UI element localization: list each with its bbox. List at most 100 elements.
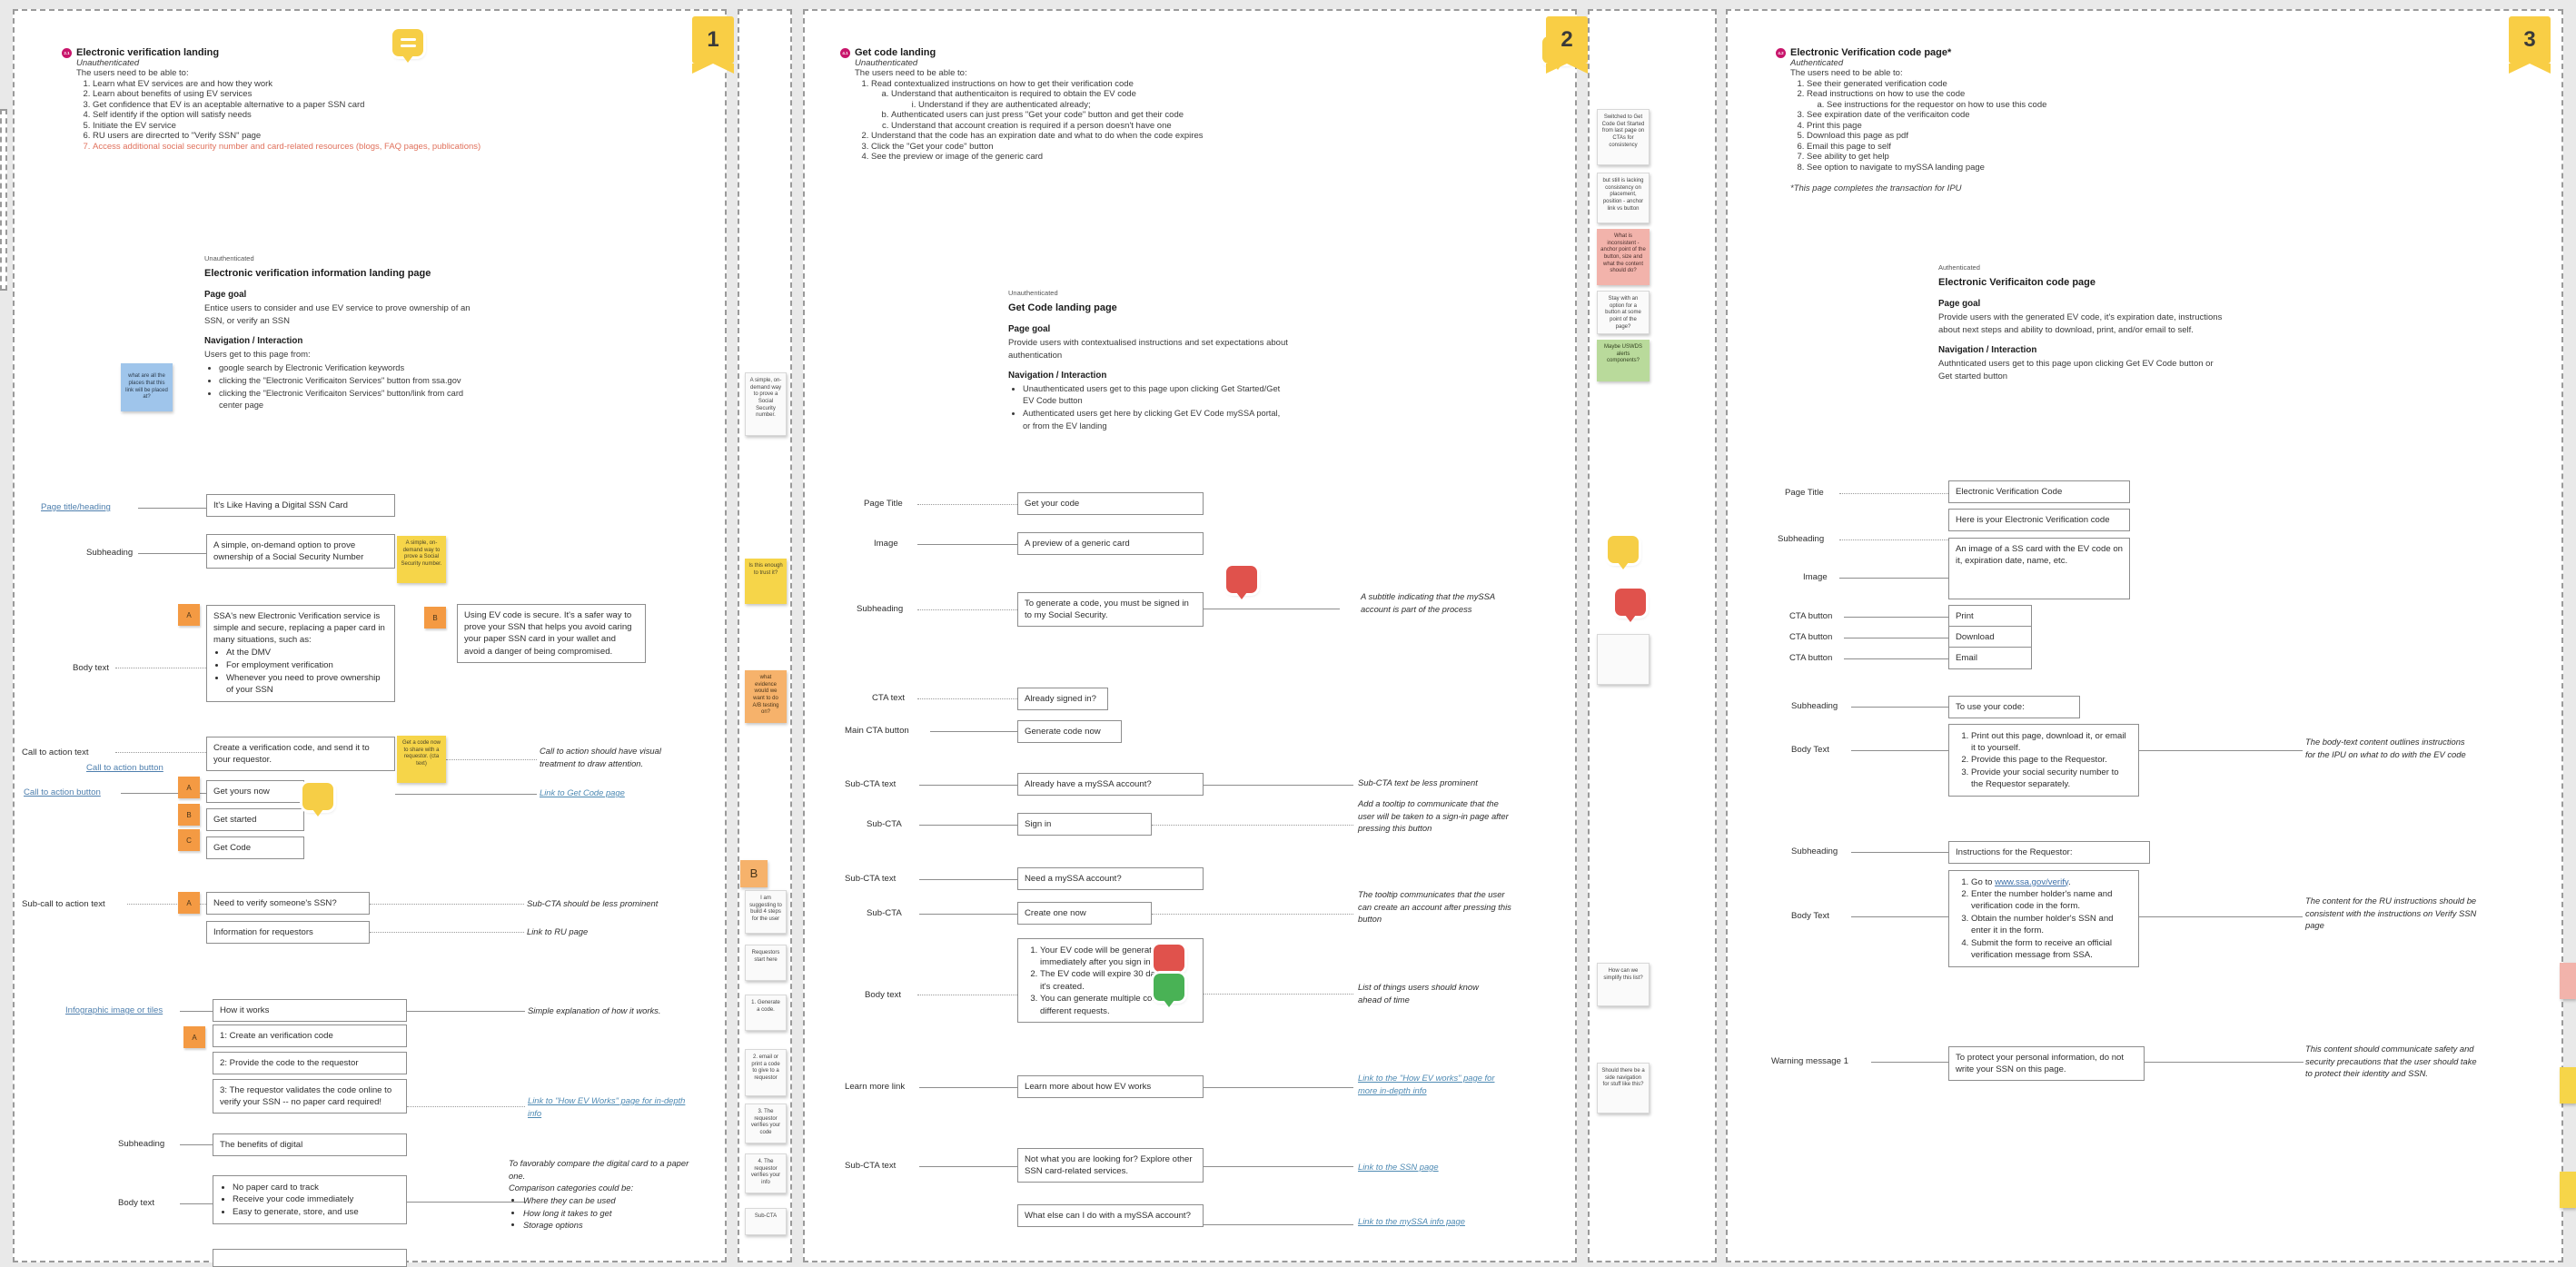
frame-3-badge: 3 — [2509, 16, 2551, 74]
comment-bubble-yellow-2[interactable] — [302, 783, 333, 817]
variant-tab-a-subcta[interactable]: A — [178, 892, 200, 914]
right-edge-sticky-3[interactable] — [2560, 1172, 2576, 1208]
connector — [1152, 914, 1353, 915]
strip-mid-note-0[interactable]: Switched to Get Code Get Started from la… — [1597, 109, 1650, 165]
variant-tab-a-cta[interactable]: A — [178, 777, 200, 798]
right-edge-sticky-2[interactable] — [2560, 1067, 2576, 1104]
connector — [1871, 1062, 1948, 1063]
strip-note-7[interactable]: 2. email or print a code to give to a re… — [745, 1049, 787, 1096]
panel2-goal-text: Provide users with contextualised instru… — [1008, 338, 1288, 361]
panel3-number-badge: 4.2 — [1776, 47, 1786, 58]
panel1-goal-text: Entice users to consider and use EV serv… — [204, 303, 471, 326]
box-cta-a: Get yours now — [206, 780, 304, 804]
panel3-goal-text: Provide users with the generated EV code… — [1938, 312, 2223, 335]
label-p3-body-text: Body Text — [1791, 745, 1829, 755]
panel1-auth: Unauthenticated — [76, 58, 140, 68]
strip-mid-note-extra[interactable] — [1597, 634, 1650, 685]
sub-list: See instructions for the requestor on ho… — [1827, 100, 2284, 110]
strip-note-5[interactable]: Requestors start here — [745, 945, 787, 981]
panel2-title: Get code landing — [855, 47, 936, 58]
panel2-nav-list: Unauthenticated users get to this page u… — [1023, 383, 1290, 432]
anno-p2-sub-cta-prominent: Sub-CTA text be less prominent — [1358, 777, 1478, 787]
strip-note-2[interactable]: what evidence would we want to do A/B te… — [745, 670, 787, 723]
panel3-footnote: *This page completes the transaction for… — [1790, 183, 1962, 193]
variant-tab-b-cta[interactable]: B — [178, 804, 200, 826]
variant-tab-c-cta[interactable]: C — [178, 829, 200, 851]
panel2-needs-list: Read contextualized instructions on how … — [871, 79, 1403, 163]
box-p2-sub-cta-text-1: Already have a mySSA account? — [1017, 773, 1204, 797]
box-body-b: Using EV code is secure. It's a safer wa… — [457, 604, 646, 663]
label-p2-sub-cta-1: Sub-CTA — [867, 819, 902, 829]
variant-tab-b-body[interactable]: B — [424, 607, 446, 629]
connector — [1839, 539, 1948, 540]
strip-note-9[interactable]: 4. The requestor verifies your info — [745, 1153, 787, 1193]
connector — [1839, 578, 1948, 579]
label-cta-text: Call to action text — [22, 747, 89, 757]
sticky-note-subheading[interactable]: A simple, on-demand way to prove a Socia… — [397, 536, 446, 583]
variant-tab-a-body[interactable]: A — [178, 604, 200, 626]
panel3-goal-label: Page goal — [1938, 299, 1981, 310]
strip-mid-note-1[interactable]: but still is lacking consistency on plac… — [1597, 173, 1650, 223]
list-item: clicking the "Electronic Verificaiton Se… — [219, 388, 477, 411]
comment-bubble-red-3[interactable] — [1615, 589, 1646, 622]
list-item: How long it takes to get — [523, 1207, 690, 1220]
panel2-goal-label: Page goal — [1008, 324, 1051, 335]
strip-note-3[interactable]: B — [740, 860, 768, 887]
comment-bubble-red-1[interactable] — [1226, 566, 1257, 599]
panel1-header: 2.1 Electronic verification landing Unau… — [62, 47, 570, 152]
strip-mid-note-4[interactable]: Maybe USWDS alerts components? — [1597, 340, 1650, 381]
anno-p2-link-ssn[interactable]: Link to the SSN page — [1358, 1161, 1512, 1173]
connector — [2145, 1062, 2304, 1063]
box-step-3: 3: The requestor validates the code onli… — [213, 1079, 407, 1114]
anno-link-getcode[interactable]: Link to Get Code page — [540, 787, 694, 799]
strip-note-4[interactable]: I am suggesting to build 4 steps for the… — [745, 890, 787, 934]
anno-p2-tooltip-signin: Add a tooltip to communicate that the us… — [1358, 798, 1509, 834]
box-cta-b: Get started — [206, 808, 304, 832]
list-item: See expiration date of the verificaiton … — [1807, 110, 2284, 120]
panel2-header: 4.1 Get code landing Unauthenticated The… — [840, 47, 1403, 163]
list-item: Initiate the EV service — [93, 121, 570, 131]
connector — [138, 553, 206, 554]
strip-mid-note-5[interactable]: How can we simplify this list? — [1597, 963, 1650, 1006]
anno-link-how-ev[interactable]: Link to "How EV Works" page for in-depth… — [528, 1094, 687, 1119]
list-item: Obtain the number holder's SSN and enter… — [1971, 913, 2132, 936]
list-item-text: Read instructions on how to use the code — [1807, 89, 1966, 99]
comment-bubble-red-2[interactable] — [1154, 945, 1184, 978]
list-item: Unauthenticated users get to this page u… — [1023, 383, 1290, 407]
strip-mid-note-6[interactable]: Should there be a side navigation for st… — [1597, 1063, 1650, 1114]
strip-mid-note-2[interactable]: What is inconsistent - anchor point of t… — [1597, 229, 1650, 285]
strip-note-0[interactable]: A simple, on-demand way to prove a Socia… — [745, 372, 787, 436]
strip-note-1[interactable]: Is this enough to trust it? — [745, 559, 787, 604]
box-step-2: 2: Provide the code to the requestor — [213, 1052, 407, 1075]
strip-note-8[interactable]: 3. The requestor verifies your code — [745, 1104, 787, 1143]
panel2-goal-pagename: Get Code landing page — [1008, 302, 1117, 313]
sticky-note-cta[interactable]: Get a code now to share with a requestor… — [397, 736, 446, 783]
ssa-verify-link[interactable]: www.ssa.gov/verify — [1995, 877, 2068, 887]
strip-mid-note-3[interactable]: Stay with an option for a button at some… — [1597, 291, 1650, 334]
box-sub-cta-a: Need to verify someone's SSN? — [206, 892, 370, 916]
anno-p2-link-how-ev[interactable]: Link to the "How EV works" page for more… — [1358, 1072, 1512, 1096]
right-edge-sticky-1[interactable] — [2560, 963, 2576, 999]
panel1-title-row: 2.1 Electronic verification landing — [62, 47, 570, 58]
box-p2-sub-cta-text-3: Not what you are looking for? Explore ot… — [1017, 1148, 1204, 1183]
variant-tab-a-steps[interactable]: A — [183, 1026, 205, 1048]
connector — [2139, 750, 2303, 751]
sticky-note-link-places[interactable]: what are all the places that this link w… — [121, 363, 173, 411]
anno-link-ru: Link to RU page — [527, 926, 589, 936]
box-sub-cta-b: Information for requestors — [206, 921, 370, 945]
sub-sub-list: Understand if they are authenticated alr… — [918, 100, 1403, 110]
box-p2-subheading: To generate a code, you must be signed i… — [1017, 592, 1204, 628]
list-item: Storage options — [523, 1219, 690, 1232]
comment-bubble-yellow-4[interactable] — [1608, 536, 1639, 569]
box-p3-body-1-list: Print out this page, download it, or ema… — [1971, 730, 2132, 791]
strip-note-10[interactable]: Sub-CTA — [745, 1208, 787, 1235]
requestor-step-1-prefix: Go to — [1971, 876, 1996, 887]
list-item: Understand if they are authenticated alr… — [918, 100, 1403, 110]
connector — [919, 825, 1017, 826]
connector — [930, 731, 1017, 732]
comment-bubble-green-1[interactable] — [1154, 974, 1184, 1007]
strip-note-6[interactable]: 1. Generate a code. — [745, 995, 787, 1031]
label-p3-cta-3: CTA button — [1789, 653, 1833, 663]
anno-p2-link-myssa[interactable]: Link to the mySSA info page — [1358, 1215, 1494, 1228]
comment-bubble-yellow-1[interactable] — [392, 29, 423, 63]
